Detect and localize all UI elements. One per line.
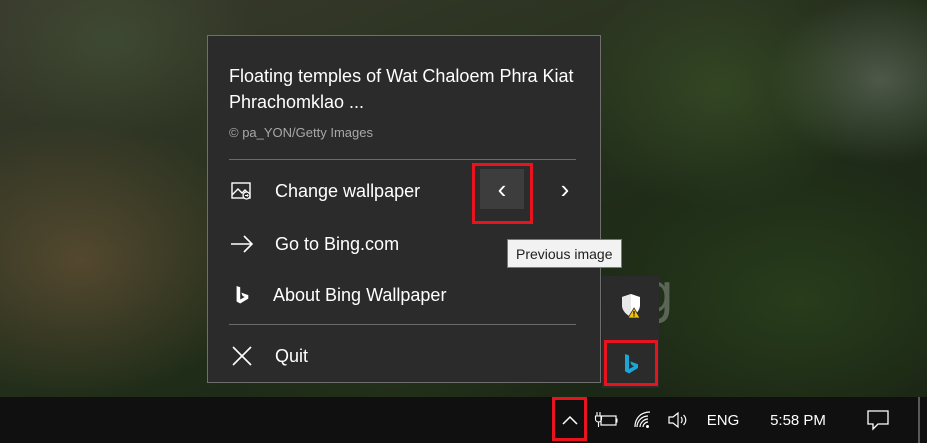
about-bing-wallpaper-label: About Bing Wallpaper: [273, 284, 447, 305]
speaker-icon: [668, 411, 687, 429]
language-label: ENG: [706, 411, 740, 429]
bing-wallpaper-menu: Floating temples of Wat Chaloem Phra Kia…: [207, 35, 601, 383]
bing-logo-icon: [229, 282, 255, 308]
show-desktop-button[interactable]: [918, 397, 920, 443]
network-tray-icon[interactable]: [630, 397, 660, 443]
go-to-bing-label: Go to Bing.com: [275, 233, 400, 254]
power-tray-icon[interactable]: [590, 397, 622, 443]
change-wallpaper-label: Change wallpaper: [275, 180, 421, 201]
arrow-right-icon: [229, 231, 255, 257]
highlight-box-bing-tray: [604, 340, 658, 386]
next-image-button[interactable]: ›: [543, 169, 587, 209]
battery-plug-icon: [594, 412, 618, 427]
shield-warning-icon: [622, 294, 641, 319]
quit-label: Quit: [275, 345, 309, 366]
clock-time: 5:58 PM: [770, 411, 826, 429]
windows-security-tray-icon[interactable]: [608, 286, 654, 326]
quit-item[interactable]: Quit: [208, 335, 600, 377]
change-wallpaper-item: Change wallpaper: [208, 170, 600, 212]
chevron-right-icon: ›: [560, 174, 570, 204]
highlight-box-previous-button: [472, 163, 533, 224]
about-bing-wallpaper-item[interactable]: About Bing Wallpaper: [208, 274, 600, 316]
action-center-button[interactable]: [858, 397, 898, 443]
menu-divider: [229, 159, 576, 160]
taskbar: ENG 5:58 PM: [0, 397, 927, 443]
close-icon: [229, 343, 255, 369]
notification-icon: [867, 410, 889, 431]
menu-divider: [229, 324, 576, 325]
input-language-button[interactable]: ENG: [700, 397, 746, 443]
highlight-box-show-hidden-icons: [552, 397, 587, 441]
previous-image-tooltip: Previous image: [507, 239, 622, 268]
wallpaper-title: Floating temples of Wat Chaloem Phra Kia…: [229, 66, 574, 112]
wallpaper-credit: © pa_YON/Getty Images: [229, 125, 373, 140]
image-icon: [229, 178, 255, 204]
clock-button[interactable]: 5:58 PM: [756, 397, 840, 443]
wifi-icon: [634, 411, 651, 428]
volume-tray-icon[interactable]: [664, 397, 692, 443]
